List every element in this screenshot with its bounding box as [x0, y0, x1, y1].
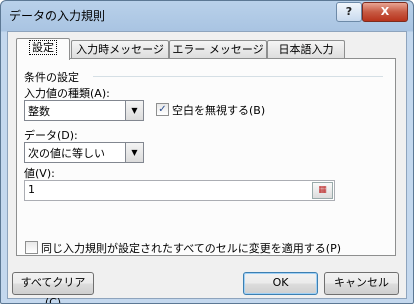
window-title: データの入力規則 — [9, 9, 106, 23]
apply-all-label[interactable]: 同じ入力規則が設定されたすべてのセルに変更を適用する(P) — [41, 240, 341, 256]
tab-label: 日本語入力 — [278, 43, 334, 56]
allow-select-value: 整数 — [28, 105, 50, 118]
tab-label: 入力時メッセージ — [76, 43, 164, 56]
allow-select[interactable]: 整数 ▼ — [24, 100, 144, 121]
tab-panel-settings: 条件の設定 入力値の種類(A): 整数 ▼ ✓ 空白を無視する(B) データ(D… — [16, 58, 396, 256]
ok-button[interactable]: OK — [243, 272, 318, 295]
tab-settings[interactable]: 設定 — [16, 38, 70, 60]
group-divider — [93, 76, 383, 77]
tab-ime[interactable]: 日本語入力 — [267, 40, 345, 59]
cancel-button[interactable]: キャンセル — [324, 272, 399, 295]
clear-all-button[interactable]: すべてクリア(C) — [12, 272, 94, 303]
value-label: 値(V): — [24, 167, 55, 180]
value-input-text: 1 — [28, 183, 35, 196]
dialog-window: データの入力規則 ? X 設定 入力時メッセージ エラー メッセージ 日本語入力… — [0, 0, 414, 304]
dialog-body: 設定 入力時メッセージ エラー メッセージ 日本語入力 条件の設定 入力値の種類… — [7, 31, 407, 303]
tab-label: 設定 — [29, 40, 57, 55]
group-label-criteria: 条件の設定 — [24, 71, 79, 84]
help-button[interactable]: ? — [336, 2, 362, 22]
data-label: データ(D): — [24, 129, 78, 142]
value-input[interactable]: 1 ▦ — [24, 180, 335, 201]
range-selector-icon[interactable]: ▦ — [312, 182, 333, 199]
allow-label: 入力値の種類(A): — [24, 87, 110, 100]
ignore-blank-label[interactable]: 空白を無視する(B) — [172, 102, 265, 118]
data-select-value: 次の値に等しい — [28, 147, 105, 160]
tab-input-message[interactable]: 入力時メッセージ — [71, 40, 169, 59]
ignore-blank-checkbox[interactable]: ✓ — [156, 103, 169, 116]
chevron-down-icon[interactable]: ▼ — [125, 101, 143, 120]
chevron-down-icon[interactable]: ▼ — [125, 143, 143, 162]
close-button[interactable]: X — [362, 2, 408, 22]
tab-label: エラー メッセージ — [172, 43, 264, 56]
data-select[interactable]: 次の値に等しい ▼ — [24, 142, 144, 163]
check-icon: ✓ — [158, 104, 167, 115]
title-bar[interactable]: データの入力規則 ? X — [1, 1, 413, 31]
apply-all-checkbox[interactable] — [25, 241, 38, 254]
tab-error-message[interactable]: エラー メッセージ — [169, 40, 267, 59]
